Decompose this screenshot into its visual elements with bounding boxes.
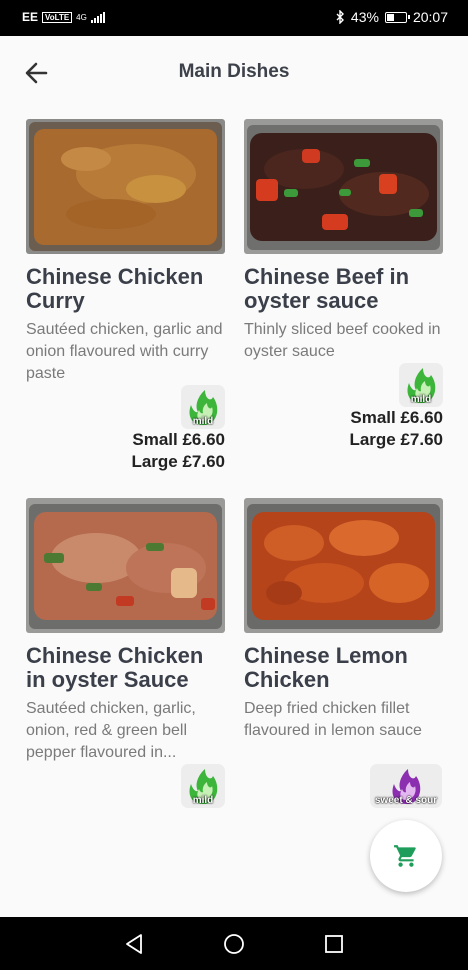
dish-description: Deep fried chicken fillet flavoured in l… (244, 700, 422, 739)
dish-name: Chinese Chicken in oyster Sauce (26, 643, 204, 692)
price-large: Large £7.60 (131, 452, 225, 471)
dish-card-chinese-lemon-chicken[interactable]: Chinese Lemon Chicken Deep fried chicken… (244, 498, 443, 808)
dish-photo (26, 119, 225, 254)
mild-badge: mild (181, 764, 225, 808)
badge-label: mild (410, 394, 432, 405)
dish-description: Sautéed chicken, garlic and onion flavou… (26, 321, 223, 382)
battery-icon (384, 11, 410, 23)
badge-label: mild (192, 416, 214, 427)
recents-square-icon (325, 935, 343, 953)
price-large: Large £7.60 (349, 430, 443, 449)
dish-photo (26, 498, 225, 633)
dish-name: Chinese Chicken Curry (26, 264, 204, 313)
volte-label: VoLTE (42, 11, 73, 23)
dish-name: Chinese Lemon Chicken (244, 643, 408, 692)
bluetooth-icon (336, 10, 344, 24)
system-nav-bar (0, 917, 468, 970)
price-small: Small £6.60 (350, 408, 443, 427)
dish-name: Chinese Beef in oyster sauce (244, 264, 410, 313)
nav-back-button[interactable] (121, 931, 147, 957)
price-list: Small £6.60 Large £7.60 (349, 407, 443, 451)
dish-card-chinese-chicken-curry[interactable]: Chinese Chicken Curry Sautéed chicken, g… (26, 119, 225, 474)
battery-percent: 43% (350, 9, 379, 25)
app-bar: Main Dishes (0, 36, 468, 106)
price-small: Small £6.60 (132, 430, 225, 449)
mild-badge: mild (399, 363, 443, 407)
dish-description: Thinly sliced beef cooked in oyster sauc… (244, 321, 441, 360)
sweet-and-sour-badge: sweet & sour (370, 764, 442, 808)
shopping-cart-icon (394, 845, 416, 867)
status-bar: EE VoLTE 4G 43% 20:07 (0, 0, 468, 36)
signal-icon (90, 11, 105, 23)
carrier-label: EE (22, 10, 39, 24)
dish-card-chinese-chicken-in-oyster-sauce[interactable]: Chinese Chicken in oyster Sauce Sautéed … (26, 498, 225, 808)
nav-recents-button[interactable] (321, 931, 347, 957)
badge-label: sweet & sour (374, 795, 438, 806)
dish-photo (244, 498, 443, 633)
clock: 20:07 (412, 9, 448, 25)
cart-button[interactable] (370, 820, 442, 892)
network-label: 4G (76, 12, 87, 22)
home-circle-icon (224, 934, 244, 954)
dish-description: Sautéed chicken, garlic, onion, red & gr… (26, 700, 196, 761)
badge-label: mild (192, 795, 214, 806)
dish-card-chinese-beef-in-oyster-sauce[interactable]: Chinese Beef in oyster sauce Thinly slic… (244, 119, 443, 449)
back-triangle-icon (126, 934, 142, 954)
page-title: Main Dishes (178, 61, 290, 82)
nav-home-button[interactable] (221, 931, 247, 957)
dish-photo (244, 119, 443, 254)
price-list: Small £6.60 Large £7.60 (131, 429, 225, 473)
mild-badge: mild (181, 385, 225, 429)
